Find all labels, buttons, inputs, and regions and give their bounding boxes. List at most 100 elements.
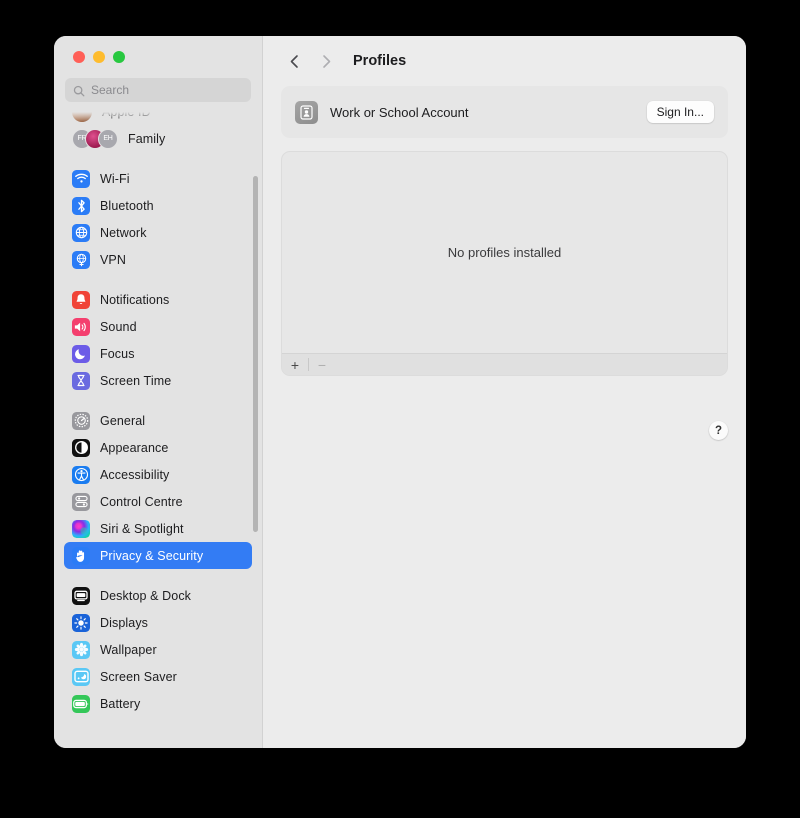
sidebar-item-wallpaper[interactable]: Wallpaper bbox=[64, 636, 252, 663]
sidebar: Apple ID FREH Family Wi-Fi Bluetooth Network V… bbox=[54, 36, 263, 748]
system-settings-window: Apple ID FREH Family Wi-Fi Bluetooth Network V… bbox=[54, 36, 746, 748]
profiles-list-toolbar: + − bbox=[282, 353, 727, 375]
sidebar-group-separator bbox=[64, 569, 252, 582]
sidebar-item-label: VPN bbox=[100, 252, 127, 267]
profiles-list: No profiles installed + − bbox=[281, 151, 728, 376]
moon-icon bbox=[72, 344, 90, 363]
hand-raised-icon bbox=[72, 546, 90, 565]
sidebar-item-label: Control Centre bbox=[100, 494, 183, 509]
bell-icon bbox=[72, 290, 90, 309]
minimize-button[interactable] bbox=[93, 51, 105, 63]
sign-in-button[interactable]: Sign In... bbox=[646, 101, 714, 123]
search-field[interactable] bbox=[65, 78, 251, 102]
sidebar-item-label: Privacy & Security bbox=[100, 548, 204, 563]
sidebar-item-label: Notifications bbox=[100, 292, 170, 307]
sidebar-item-label: Appearance bbox=[100, 440, 169, 455]
sidebar-item-battery[interactable]: Battery bbox=[64, 690, 252, 717]
sidebar-item-network[interactable]: Network bbox=[64, 219, 252, 246]
sidebar-scrollbar[interactable] bbox=[253, 176, 258, 532]
sidebar-item-label: Desktop & Dock bbox=[100, 588, 192, 603]
sidebar-item-family[interactable]: FR EH Family bbox=[64, 125, 252, 152]
accessibility-icon bbox=[72, 465, 90, 484]
forward-button[interactable] bbox=[313, 48, 339, 74]
sidebar-item-label: Wi-Fi bbox=[100, 171, 130, 186]
speaker-icon bbox=[72, 317, 90, 336]
sidebar-item-control-centre[interactable]: Control Centre bbox=[64, 488, 252, 515]
chevron-right-icon bbox=[321, 54, 332, 69]
sidebar-item-desktop-dock[interactable]: Desktop & Dock bbox=[64, 582, 252, 609]
hourglass-icon bbox=[72, 371, 90, 390]
profiles-list-body: No profiles installed bbox=[282, 152, 727, 353]
close-button[interactable] bbox=[73, 51, 85, 63]
sidebar-item-label: Network bbox=[100, 225, 147, 240]
account-name: Work or School Account bbox=[330, 104, 469, 120]
sidebar-item-wi-fi[interactable]: Wi-Fi bbox=[64, 165, 252, 192]
sidebar-group-separator bbox=[64, 152, 252, 165]
brightness-icon bbox=[72, 613, 90, 632]
sidebar-group-separator bbox=[64, 394, 252, 407]
window-controls bbox=[54, 36, 262, 78]
sidebar-item-label: Bluetooth bbox=[100, 198, 154, 213]
contrast-circle-icon bbox=[72, 438, 90, 457]
sidebar-item-bluetooth[interactable]: Bluetooth bbox=[64, 192, 252, 219]
family-avatars: FR EH bbox=[72, 128, 118, 149]
search-icon bbox=[73, 84, 85, 97]
sidebar-item-notifications[interactable]: Notifications bbox=[64, 286, 252, 313]
sidebar-item-label: Focus bbox=[100, 346, 135, 361]
page-title: Profiles bbox=[353, 53, 407, 69]
sidebar-group-separator bbox=[64, 273, 252, 286]
sidebar-item-label: Accessibility bbox=[100, 467, 170, 482]
sidebar-item-screen-time[interactable]: Screen Time bbox=[64, 367, 252, 394]
sidebar-item-label: Displays bbox=[100, 615, 149, 630]
wallpaper-flower-icon bbox=[72, 640, 90, 659]
desktop-dock-icon bbox=[72, 586, 90, 605]
sidebar-item-privacy-security[interactable]: Privacy & Security bbox=[64, 542, 252, 569]
help-icon[interactable]: ? bbox=[709, 421, 728, 440]
remove-profile-button[interactable]: − bbox=[309, 354, 335, 375]
sidebar-item-general[interactable]: General bbox=[64, 407, 252, 434]
search-input[interactable] bbox=[91, 83, 243, 97]
sidebar-item-label: General bbox=[100, 413, 146, 428]
back-button[interactable] bbox=[281, 48, 307, 74]
sidebar-item-label: Wallpaper bbox=[100, 642, 157, 657]
battery-icon bbox=[72, 694, 90, 713]
avatar bbox=[72, 112, 92, 122]
work-school-account-row[interactable]: Work or School Account Sign In... bbox=[281, 86, 728, 138]
sidebar-item-focus[interactable]: Focus bbox=[64, 340, 252, 367]
sidebar-item-label: Apple ID bbox=[102, 112, 151, 119]
empty-state-text: No profiles installed bbox=[447, 245, 562, 260]
sidebar-item-sound[interactable]: Sound bbox=[64, 313, 252, 340]
control-centre-icon bbox=[72, 492, 90, 511]
sidebar-item-label: Screen Saver bbox=[100, 669, 177, 684]
sidebar-item-accessibility[interactable]: Accessibility bbox=[64, 461, 252, 488]
desktop-background: Apple ID FREH Family Wi-Fi Bluetooth Network V… bbox=[0, 0, 800, 818]
sidebar-item-label: Sound bbox=[100, 319, 137, 334]
main-content: Profiles Work or School Account Sign In.… bbox=[263, 36, 746, 748]
sidebar-item-screen-saver[interactable]: Screen Saver bbox=[64, 663, 252, 690]
sidebar-item-displays[interactable]: Displays bbox=[64, 609, 252, 636]
chevron-left-icon bbox=[289, 54, 300, 69]
sidebar-item-label: Screen Time bbox=[100, 373, 172, 388]
help-row: ? bbox=[709, 421, 728, 440]
avatar: EH bbox=[98, 128, 118, 149]
bluetooth-icon bbox=[72, 196, 90, 215]
sidebar-item-vpn[interactable]: VPN bbox=[64, 246, 252, 273]
sidebar-item-siri-spotlight[interactable]: Siri & Spotlight bbox=[64, 515, 252, 542]
screen-saver-icon bbox=[72, 667, 90, 686]
content-toolbar: Profiles bbox=[281, 36, 728, 86]
add-profile-button[interactable]: + bbox=[282, 354, 308, 375]
sidebar-item-label: Siri & Spotlight bbox=[100, 521, 184, 536]
sidebar-nav: Apple ID FREH Family Wi-Fi Bluetooth Network V… bbox=[54, 112, 262, 748]
id-badge-icon bbox=[295, 100, 318, 124]
gear-icon bbox=[72, 411, 90, 430]
vpn-globe-icon bbox=[72, 250, 90, 269]
sidebar-item-label: Family bbox=[128, 131, 166, 146]
zoom-button[interactable] bbox=[113, 51, 125, 63]
wifi-icon bbox=[72, 169, 90, 188]
siri-orb-icon bbox=[72, 519, 90, 538]
search-container bbox=[54, 78, 262, 112]
sidebar-item-label: Battery bbox=[100, 696, 141, 711]
globe-icon bbox=[72, 223, 90, 242]
sidebar-item-apple-id[interactable]: Apple ID bbox=[64, 112, 252, 125]
sidebar-item-appearance[interactable]: Appearance bbox=[64, 434, 252, 461]
